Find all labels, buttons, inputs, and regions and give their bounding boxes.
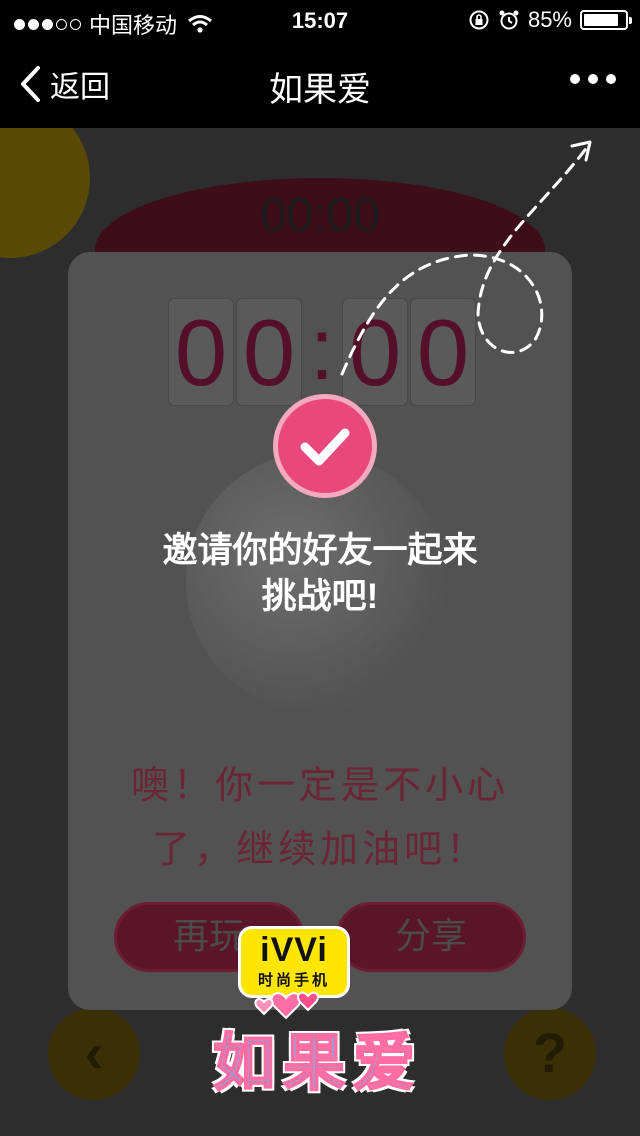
chevron-left-icon: ‹ xyxy=(84,1021,104,1084)
ribbon-timer: 00:00 xyxy=(259,189,381,242)
more-dot xyxy=(570,74,580,84)
invite-line: 挑战吧! xyxy=(261,577,379,616)
question-icon: ? xyxy=(532,1021,568,1084)
result-line: 噢！你一定是不小心 xyxy=(130,765,509,807)
game-back-button[interactable]: ‹ xyxy=(48,1008,140,1100)
ivvi-wordmark: iVVi xyxy=(260,931,328,969)
battery-icon xyxy=(580,10,632,30)
timer-colon: : xyxy=(309,299,335,398)
invite-line: 邀请你的好友一起来 xyxy=(162,531,478,570)
alarm-icon xyxy=(499,10,519,30)
check-icon xyxy=(273,394,377,498)
result-dialog: 0 0 : 0 0 邀请你的好友一起来 挑战吧! 噢！你一定是不小心 了，继续加… xyxy=(68,252,572,1010)
more-options-button[interactable] xyxy=(570,74,616,84)
brand-wordmark: 如果爱 xyxy=(212,1028,423,1099)
battery-percent: 85% xyxy=(527,7,572,32)
nav-bar: 返回 如果爱 xyxy=(0,40,640,128)
rotation-lock-icon xyxy=(469,10,489,30)
brand-logo: iVVi 时尚手机 如果爱 xyxy=(168,926,468,1099)
more-dot xyxy=(588,74,598,84)
game-help-button[interactable]: ? xyxy=(504,1008,596,1100)
page-title: 如果爱 xyxy=(269,71,371,109)
more-dot xyxy=(606,74,616,84)
timer-digit: 0 xyxy=(168,298,234,406)
invite-message: 邀请你的好友一起来 挑战吧! xyxy=(68,528,572,620)
timer-digit: 0 xyxy=(410,298,476,406)
result-message: 噢！你一定是不小心 了，继续加油吧！ xyxy=(68,754,572,882)
result-line: 了，继续加油吧！ xyxy=(151,829,488,871)
timer-digit: 0 xyxy=(342,298,408,406)
status-bar: 中国移动 15:07 85% xyxy=(0,0,640,40)
timer-digit: 0 xyxy=(236,298,302,406)
status-right: 85% xyxy=(468,7,632,33)
